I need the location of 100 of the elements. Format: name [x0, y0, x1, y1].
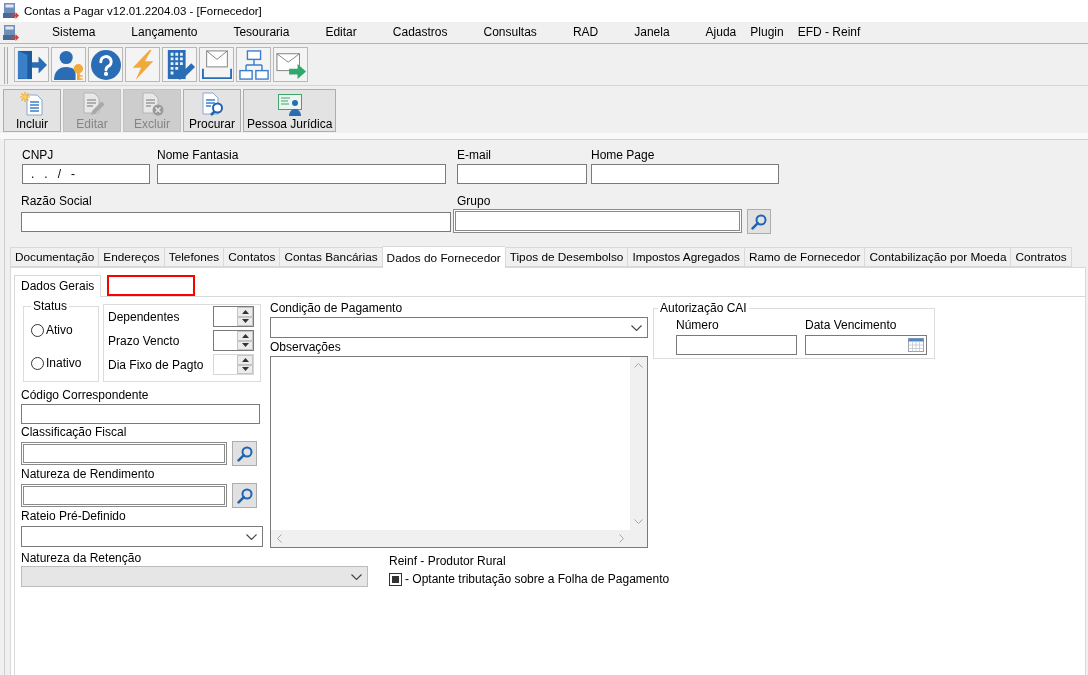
field-label: Número — [676, 318, 719, 332]
field-label: Condição de Pagamento — [270, 301, 403, 315]
tab[interactable]: Dados do Fornecedor — [381, 246, 505, 268]
field-label: Dia Fixo de Pagto — [108, 357, 204, 372]
lookup-field[interactable] — [21, 442, 227, 465]
menu-item[interactable]: Lançamento — [113, 22, 216, 43]
lookup-field[interactable] — [21, 484, 227, 507]
field-label: Grupo — [457, 194, 491, 208]
tab[interactable]: Documentação — [10, 247, 99, 267]
toolbar-button[interactable] — [88, 47, 123, 82]
date-field[interactable] — [805, 335, 927, 355]
tab[interactable]: Contas Bancárias — [279, 247, 382, 267]
menu-item[interactable]: RAD — [554, 22, 617, 43]
group-title: Autorização CAI — [659, 301, 748, 315]
text-field[interactable] — [676, 335, 797, 355]
search-icon — [236, 487, 253, 504]
calendar-icon — [908, 338, 924, 352]
tab[interactable]: Impostos Agregados — [627, 247, 744, 267]
id-card-icon — [277, 92, 302, 116]
tab[interactable]: Contratos — [1010, 247, 1072, 267]
toolbar-button[interactable] — [51, 47, 86, 82]
spin-down-button[interactable] — [237, 340, 253, 350]
field-label: Nome Fantasia — [157, 148, 239, 162]
door-arrow-icon — [16, 49, 47, 80]
menu-item[interactable]: Janela — [616, 22, 688, 43]
menu-item[interactable]: Tesouraria — [215, 22, 308, 43]
tab[interactable]: Tipos de Desembolso — [504, 247, 628, 267]
chevron-down-icon — [351, 573, 362, 580]
text-field[interactable] — [21, 212, 451, 232]
menu-item[interactable]: EFD - Reinf — [790, 22, 868, 43]
search-icon — [236, 445, 253, 462]
field-label: Natureza de Rendimento — [21, 467, 155, 481]
user-key-icon — [53, 49, 84, 80]
lookup-field[interactable] — [453, 209, 742, 233]
tab[interactable]: Contatos — [223, 247, 280, 267]
menu-item[interactable]: Plugin — [743, 22, 791, 43]
hierarchy-icon — [238, 49, 269, 80]
action-button[interactable]: Incluir — [3, 89, 61, 132]
field-label: Dependentes — [108, 309, 180, 324]
register-arrow-icon[interactable] — [3, 24, 19, 41]
field-label: Código Correspondente — [21, 388, 149, 402]
radio-label: Ativo — [46, 323, 73, 337]
triangle-up-icon — [241, 333, 249, 338]
toolbar-button[interactable] — [162, 47, 197, 82]
search-button[interactable] — [232, 441, 257, 466]
field-label: Natureza da Retenção — [21, 551, 142, 565]
cnpj-field[interactable]: . . / - — [22, 164, 150, 184]
spin-up-button[interactable] — [237, 331, 253, 341]
search-button[interactable] — [232, 483, 257, 508]
menu-item[interactable]: Ajuda — [687, 22, 744, 43]
chevron-down-icon — [631, 324, 642, 331]
dropdown[interactable] — [270, 317, 648, 338]
window-title: Contas a Pagar v12.01.2204.03 - [Fornecedor] — [24, 5, 262, 17]
checkbox-label: - Optante tributação sobre a Folha de Pagamento — [405, 572, 670, 586]
text-field[interactable] — [157, 164, 446, 184]
toolbar-button[interactable] — [199, 47, 234, 82]
group-title: Status — [32, 299, 69, 313]
horizontal-scrollbar[interactable] — [271, 530, 647, 547]
field-label: Home Page — [591, 148, 655, 162]
search-button[interactable] — [747, 209, 771, 234]
spin-down-button[interactable] — [237, 316, 253, 326]
field-label: Razão Social — [21, 194, 92, 208]
toolbar-button[interactable] — [236, 47, 271, 82]
tab[interactable]: Contabilização por Moeda — [864, 247, 1011, 267]
envelope-tray-icon — [201, 49, 232, 80]
field-label: Observações — [270, 340, 341, 354]
spin-box[interactable] — [213, 330, 254, 351]
tab[interactable]: Ramo de Fornecedor — [743, 247, 865, 267]
triangle-down-icon — [241, 319, 249, 324]
vertical-scrollbar[interactable] — [630, 357, 647, 530]
action-button[interactable]: Procurar — [183, 89, 241, 132]
field-label: Classificação Fiscal — [21, 425, 127, 439]
action-button[interactable]: Pessoa Jurídica — [243, 89, 337, 132]
document-sparkle-icon — [20, 92, 44, 116]
radio-label: Inativo — [46, 356, 82, 370]
checkbox[interactable] — [389, 572, 402, 586]
radio-button[interactable] — [31, 356, 44, 370]
menu-item[interactable]: Sistema — [34, 22, 114, 43]
register-arrow-icon — [3, 3, 19, 19]
field-label: Data Vencimento — [805, 318, 897, 332]
menu-item[interactable]: Cadastros — [374, 22, 466, 43]
spin-up-button[interactable] — [237, 307, 253, 317]
radio-button[interactable] — [31, 323, 44, 337]
menu-item[interactable]: Consultas — [465, 22, 555, 43]
tab[interactable]: Dados Gerais — [14, 275, 102, 297]
spin-box[interactable] — [213, 306, 254, 327]
tab[interactable]: Endereços — [98, 247, 164, 267]
text-field[interactable] — [21, 404, 260, 424]
toolbar-button[interactable] — [14, 47, 49, 82]
document-pencil-icon — [80, 92, 104, 116]
triangle-down-icon — [241, 343, 249, 348]
dropdown[interactable] — [21, 526, 263, 547]
triangle-down-icon — [241, 367, 249, 372]
email-field[interactable] — [457, 164, 587, 184]
grip-icon[interactable] — [4, 47, 9, 84]
notes-field[interactable] — [270, 356, 648, 548]
tab[interactable]: Telefones — [163, 247, 224, 267]
text-field[interactable] — [591, 164, 779, 184]
toolbar-button[interactable] — [273, 47, 308, 82]
menu-item[interactable]: Editar — [307, 22, 375, 43]
